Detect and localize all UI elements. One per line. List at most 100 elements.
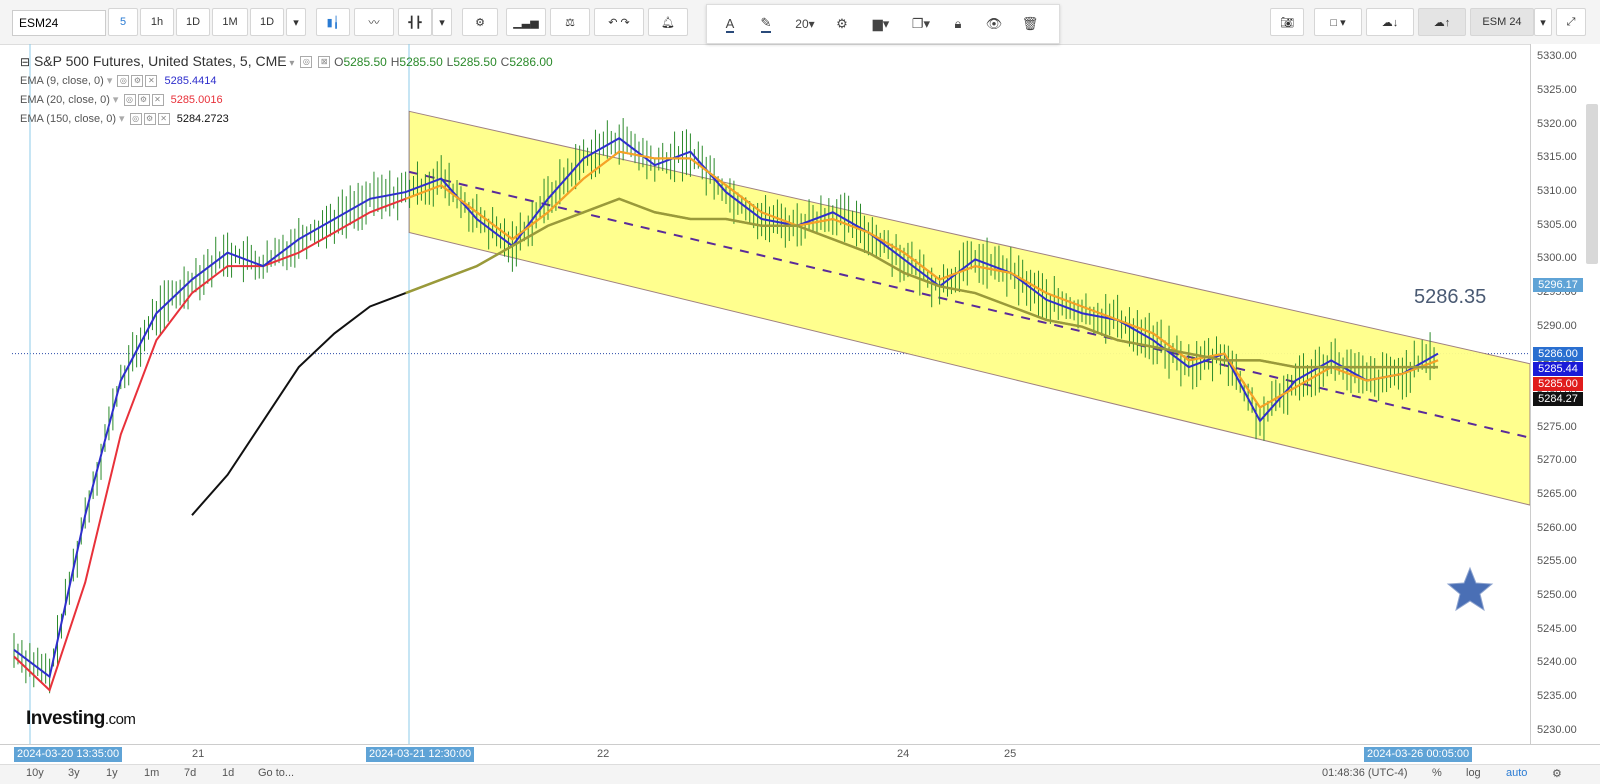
layout-button[interactable]: □ ▾ [1314,8,1362,36]
range-3y-button[interactable]: 3y [68,767,80,779]
indicator-value: 5285.0016 [170,94,223,106]
range-7d-button[interactable]: 7d [184,767,196,779]
indicator-label: EMA (150, close, 0) [20,113,116,125]
time-axis[interactable]: 2024-03-20 13:35:00 21 2024-03-21 12:30:… [0,744,1600,765]
style-dropdown-button[interactable]: ▾ [432,8,452,36]
interval-1d-button[interactable]: 1D [176,8,210,36]
gear-icon: ⚙ [475,16,485,29]
chevron-down-icon[interactable]: ▾ [104,75,113,87]
clone-button[interactable]: ❐▾ [903,11,939,37]
chevron-down-icon[interactable]: ▾ [116,113,125,125]
lock-button[interactable]: 🔒︎ [943,11,973,37]
price-tick: 5305.00 [1537,218,1577,231]
range-1d-button[interactable]: 1d [222,767,234,779]
visibility-button[interactable]: 👁︎ [979,11,1009,37]
log-scale-button[interactable]: log [1466,767,1481,779]
interval-dropdown-button[interactable]: ▾ [286,8,306,36]
symbol-title: S&P 500 Futures, United States, 5, CME [33,53,287,69]
range-1m-button[interactable]: 1m [144,767,159,779]
close-icon[interactable]: ⊠ [318,56,331,69]
legend-ema150-row: EMA (150, close, 0) ▾ ◎ ⚙ ✕ 5284.2723 [20,110,553,129]
close-icon[interactable]: ✕ [145,75,158,88]
chevron-down-icon[interactable]: ▾ [110,94,119,106]
candles-style-button[interactable]: ▮╽ [316,8,350,36]
interval-1h-button[interactable]: 1h [140,8,174,36]
text-color-button[interactable]: A [715,11,745,37]
bell-icon: 🔔︎ [661,16,675,29]
indicators-button[interactable]: ▁▃▅ [506,8,546,36]
ohlc-close-label: C [500,55,510,69]
background-color-button[interactable]: ▆▾ [863,11,899,37]
undo-icon: ↶ [608,16,618,29]
price-tick: 5325.00 [1537,84,1577,97]
time-tick: 22 [597,748,610,760]
pencil-icon: ✎ [760,15,772,33]
vertical-scrollbar[interactable] [1586,104,1598,264]
auto-scale-button[interactable]: auto [1506,767,1527,779]
compare-symbol-button[interactable]: ESM 24 [1470,8,1534,36]
price-tick: 5250.00 [1537,588,1577,601]
compare-button[interactable]: ⚖ [550,8,590,36]
drawing-settings-button[interactable]: ⚙ [827,11,857,37]
settings-icon[interactable]: ⚙ [143,113,156,126]
goto-button[interactable]: Go to... [258,767,294,779]
parallel-channel [408,110,1530,506]
fill-icon: ▆▾ [872,16,890,31]
eye-icon[interactable]: ◎ [123,94,136,107]
price-chart[interactable] [12,44,1530,744]
screenshot-button[interactable]: 📷︎ [1270,8,1304,36]
star-icon[interactable] [1446,566,1494,612]
settings-icon[interactable]: ◎ [300,56,313,69]
bars-style-button[interactable]: ┫┣ [398,8,432,36]
settings-icon[interactable]: ⚙ [131,75,144,88]
settings-icon[interactable]: ⚙ [137,94,150,107]
line-style-button[interactable]: 〰 [354,8,394,36]
price-marker-label: 5284.27 [1533,391,1583,406]
price-tick: 5310.00 [1537,185,1577,198]
ohlc-bars-icon: ┫┣ [408,16,422,29]
legend-ema9-row: EMA (9, close, 0) ▾ ◎ ⚙ ✕ 5285.4414 [20,72,553,91]
save-layout-button[interactable]: ☁↑ [1418,8,1466,36]
price-marker-label: 5296.17 [1533,278,1583,293]
load-layout-button[interactable]: ☁↓ [1366,8,1414,36]
indicator-value: 5285.4414 [164,75,217,87]
font-size-dropdown[interactable]: 20 ▾ [787,11,823,37]
camera-icon: 📷︎ [1280,16,1294,29]
eye-icon[interactable]: ◎ [117,75,130,88]
indicators-icon: ▁▃▅ [513,16,539,29]
undo-redo-buttons[interactable]: ↶ ↷ [594,8,644,36]
price-tick: 5245.00 [1537,622,1577,635]
interval-1m-button[interactable]: 1M [212,8,248,36]
eye-icon[interactable]: ◎ [129,113,142,126]
eye-icon: 👁︎ [985,16,1003,31]
copy-icon: ❐▾ [911,16,931,31]
delete-button[interactable]: 🗑︎ [1015,11,1045,37]
indicator-value: 5284.2723 [176,113,229,125]
close-icon[interactable]: ✕ [151,94,164,107]
line-chart-icon: 〰 [368,17,380,29]
gear-icon[interactable]: ⚙ [1552,767,1562,780]
line-color-button[interactable]: ✎ [751,11,781,37]
compare-dropdown-button[interactable]: ▾ [1534,8,1552,36]
close-icon[interactable]: ✕ [157,113,170,126]
square-icon: □ ▾ [1330,16,1346,29]
chevron-down-icon[interactable]: ▾ [287,58,294,69]
price-tick: 5265.00 [1537,487,1577,500]
symbol-input[interactable] [12,10,106,36]
percent-scale-button[interactable]: % [1432,767,1442,779]
price-tick: 5290.00 [1537,319,1577,332]
range-1y-button[interactable]: 1y [106,767,118,779]
scale-icon: ⚖ [565,16,575,29]
collapse-icon[interactable]: ⊟ [20,55,30,69]
range-10y-button[interactable]: 10y [26,767,44,779]
settings-button[interactable]: ⚙ [462,8,498,36]
fullscreen-button[interactable]: ⤢ [1556,8,1586,36]
indicator-label: EMA (9, close, 0) [20,75,104,87]
price-annotation[interactable]: 5286.35 [1414,286,1486,309]
interval-5-button[interactable]: 5 [108,8,138,36]
interval-1d-alt-button[interactable]: 1D [250,8,284,36]
investing-logo: Investing.com [26,708,136,730]
ohlc-low-value: 5285.50 [453,55,497,69]
alert-button[interactable]: 🔔︎ [648,8,688,36]
chevron-down-icon: ▾ [439,16,445,29]
